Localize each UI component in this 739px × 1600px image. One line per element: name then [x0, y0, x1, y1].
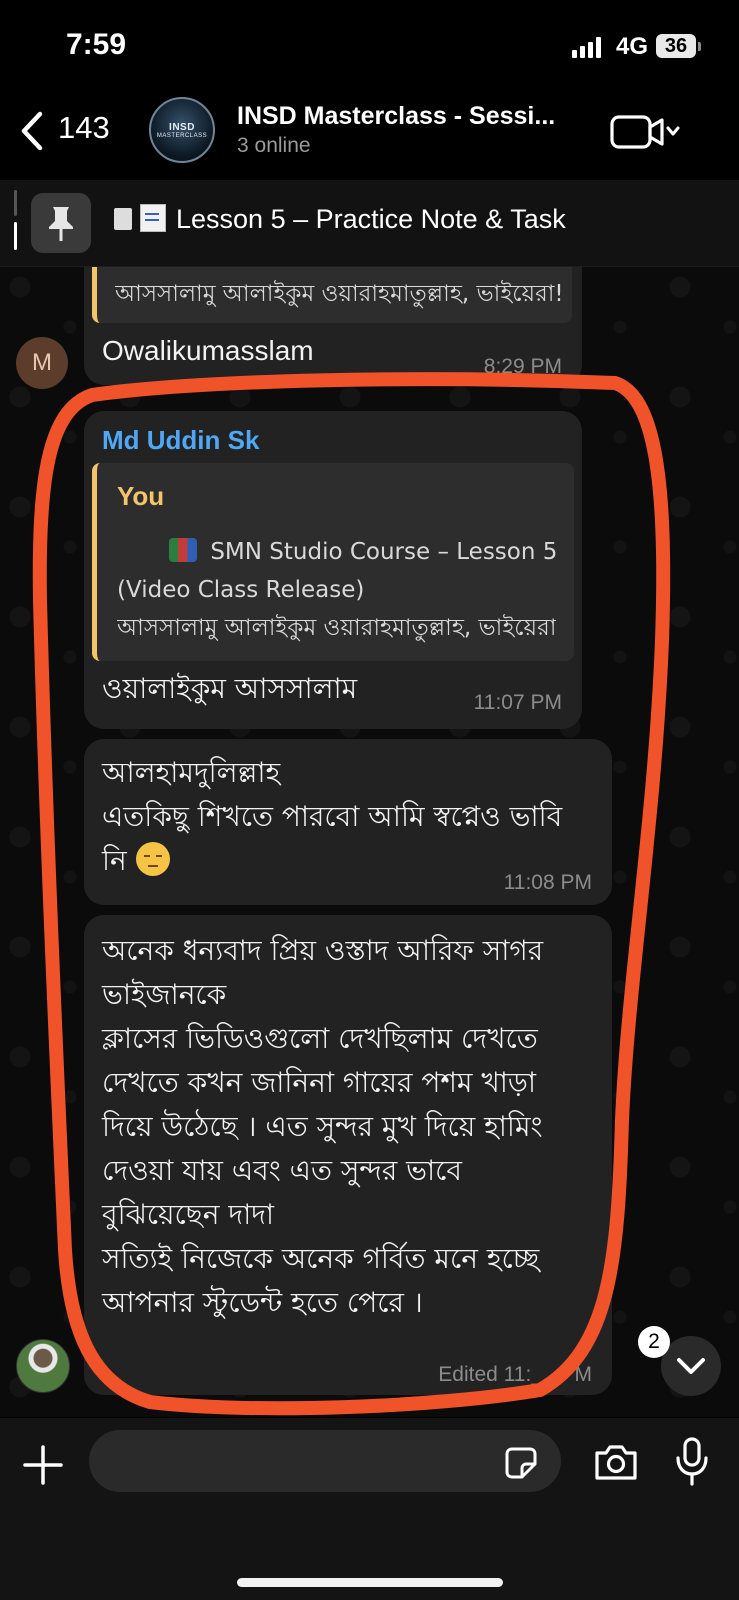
- reply-quote[interactable]: You SMN Studio Course – Lesson 5 (Video …: [92, 463, 574, 661]
- message-line: নি: [102, 839, 562, 883]
- composer-bar: [0, 1418, 739, 1600]
- message-line: অনেক ধন্যবাদ প্রিয় ওস্তাদ আরিফ সাগর: [102, 934, 544, 967]
- message-line: সত্যিই নিজেকে অনেক গর্বিত মনে হচ্ছে: [102, 1242, 540, 1275]
- unread-badge: 2: [638, 1326, 670, 1358]
- group-avatar-text: INSD: [169, 121, 195, 133]
- message-line: আপনার স্টুডেন্ট হতে পেরে ।: [102, 1286, 423, 1319]
- group-avatar-subtext: MASTERCLASS: [156, 132, 208, 139]
- pensive-face-icon: [135, 842, 170, 876]
- message-text: Owalikumasslam: [102, 335, 314, 366]
- scroll-down-button[interactable]: [661, 1336, 721, 1396]
- message-line: ক্লাসের ভিডিওগুলো দেখছিলাম দেখতে: [102, 1022, 538, 1055]
- document-icon: [114, 208, 132, 230]
- status-bar: 7:59 4G 36: [0, 0, 739, 90]
- sender-avatar[interactable]: [16, 1339, 70, 1393]
- group-avatar[interactable]: INSD MASTERCLASS: [149, 97, 215, 163]
- sender-avatar[interactable]: M: [16, 337, 68, 389]
- signal-icon: [572, 36, 601, 58]
- message-bubble[interactable]: অনেক ধন্যবাদ প্রিয় ওস্তাদ আরিফ সাগর ভাই…: [84, 915, 612, 1395]
- message-time: 8:29 PM: [483, 355, 562, 378]
- message-text: ওয়ালাইকুম আসসালাম: [102, 672, 358, 705]
- message-line: বুঝিয়েছেন দাদা: [102, 1198, 275, 1231]
- chat-area[interactable]: M আসসালামু আলাইকুম ওয়ারাহমাতুল্লাহ, ভাই…: [0, 267, 739, 1417]
- message-text: অনেক ধন্যবাদ প্রিয় ওস্তাদ আরিফ সাগর ভাই…: [102, 929, 543, 1325]
- message-line: দেওয়া যায় এবং এত সুন্দর ভাবে: [102, 1154, 462, 1187]
- network-type: 4G: [616, 33, 649, 60]
- reply-quote[interactable]: আসসালামু আলাইকুম ওয়ারাহমাতুল্লাহ, ভাইয়…: [92, 267, 572, 323]
- message-bubble[interactable]: আসসালামু আলাইকুম ওয়ারাহমাতুল্লাহ, ভাইয়…: [84, 267, 582, 385]
- sender-name[interactable]: Md Uddin Sk: [102, 425, 259, 456]
- battery-icon: 36: [656, 34, 701, 58]
- message-input[interactable]: [89, 1430, 561, 1492]
- camera-icon[interactable]: [593, 1442, 639, 1482]
- pinned-indicator: [14, 190, 17, 254]
- message-bubble[interactable]: Md Uddin Sk You SMN Studio Course – Less…: [84, 411, 582, 729]
- quote-line: আসসালামু আলাইকুম ওয়ারাহমাতুল্লাহ, ভাইয়…: [117, 615, 556, 641]
- books-icon: [169, 538, 197, 562]
- quote-line: (Video Class Release): [117, 577, 365, 603]
- pinned-text: Lesson 5 – Practice Note & Task: [114, 204, 566, 235]
- pinned-label: Lesson 5 – Practice Note & Task: [176, 204, 566, 234]
- message-time: 11:07 PM: [473, 691, 562, 714]
- message-line: আলহামদুলিল্লাহ: [102, 756, 281, 789]
- message-edited-time: Edited 11:__ PM: [438, 1363, 592, 1386]
- pin-icon: [31, 193, 91, 253]
- quote-text: আসসালামু আলাইকুম ওয়ারাহমাতুল্লাহ, ভাইয়…: [115, 281, 564, 307]
- message-line: ভাইজানকে: [102, 978, 227, 1011]
- quote-sender: You: [117, 481, 165, 511]
- pinned-message-bar[interactable]: Lesson 5 – Practice Note & Task: [0, 180, 739, 267]
- back-unread-count[interactable]: 143: [58, 110, 110, 146]
- message-text: আলহামদুলিল্লাহ এতকিছু শিখতে পারবো আমি স্…: [102, 751, 562, 883]
- message-bubble[interactable]: আলহামদুলিল্লাহ এতকিছু শিখতে পারবো আমি স্…: [84, 739, 612, 905]
- quote-line: SMN Studio Course – Lesson 5: [117, 522, 556, 571]
- microphone-icon[interactable]: [674, 1436, 710, 1488]
- message-time: 11:08 PM: [503, 871, 592, 894]
- message-line: এতকিছু শিখতে পারবো আমি স্বপ্নেও ভাবি: [102, 800, 563, 833]
- attach-plus-icon[interactable]: [22, 1444, 64, 1486]
- video-call-icon[interactable]: [610, 112, 682, 152]
- memo-icon: [140, 204, 166, 232]
- message-line: দিয়ে উঠেছে । এত সুন্দর মুখ দিয়ে হামিং: [102, 1110, 543, 1143]
- status-time: 7:59: [66, 28, 127, 61]
- message-line: দেখতে কখন জানিনা গায়ের পশম খাড়া: [102, 1066, 536, 1099]
- group-title[interactable]: INSD Masterclass - Sessi...: [237, 102, 555, 131]
- online-status: 3 online: [237, 134, 311, 157]
- chat-header: 143 INSD MASTERCLASS INSD Masterclass - …: [0, 90, 739, 178]
- home-indicator: [237, 1578, 503, 1587]
- sticker-icon[interactable]: [504, 1446, 538, 1480]
- back-chevron-icon[interactable]: [14, 108, 54, 154]
